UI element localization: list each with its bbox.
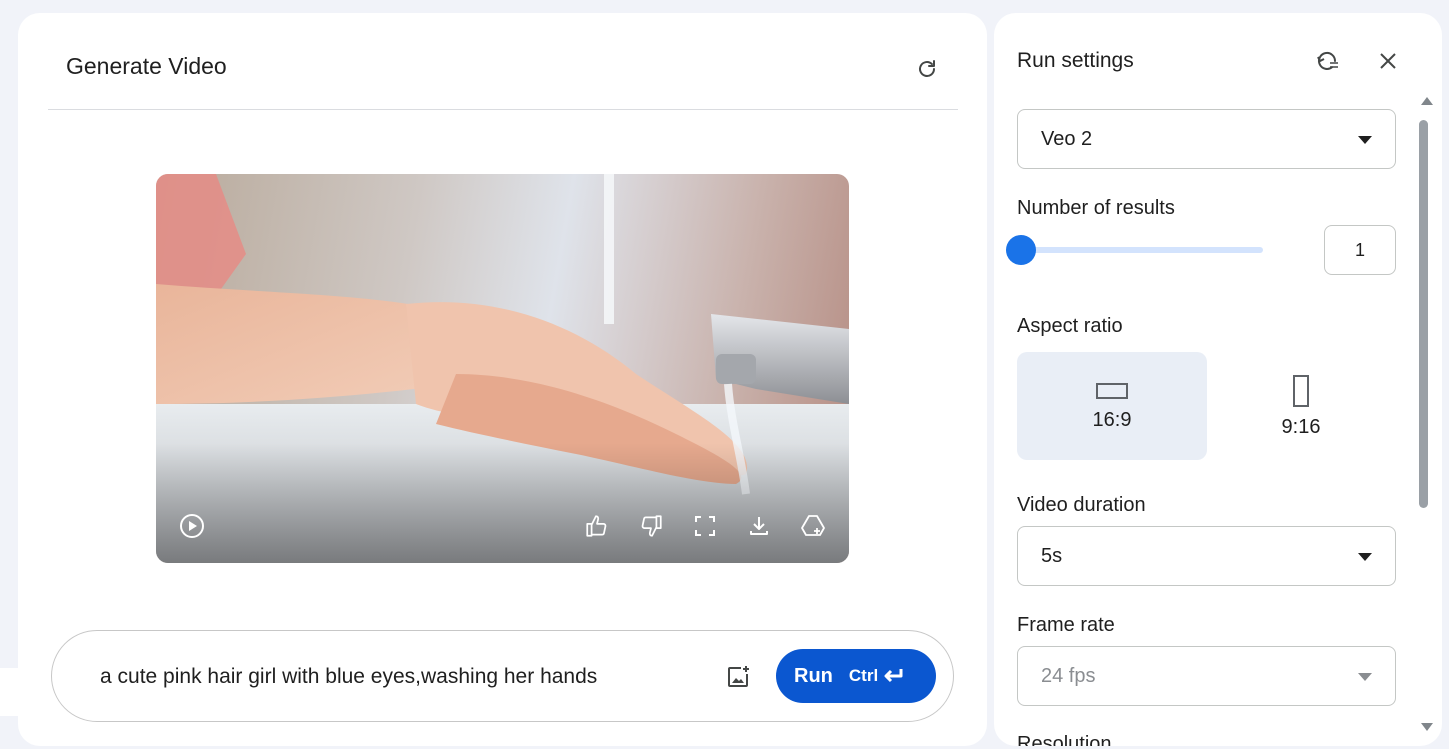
settings-scrollbar-thumb[interactable]	[1419, 120, 1428, 508]
model-value: Veo 2	[1041, 127, 1093, 150]
fullscreen-icon	[695, 516, 715, 536]
run-shortcut-label: Ctrl	[848, 666, 879, 685]
frame-rate-select[interactable]: 24 fps	[1017, 646, 1396, 706]
video-duration-value: 5s	[1041, 544, 1063, 567]
download-icon	[750, 517, 768, 535]
thumbs-up-icon	[586, 515, 607, 537]
close-settings-button[interactable]	[1372, 45, 1404, 77]
model-select[interactable]: Veo 2	[1017, 109, 1396, 169]
aspect-ratio-9-16[interactable]: 9:16	[1206, 352, 1396, 460]
aspect-ratio-label: Aspect ratio	[1017, 315, 1123, 337]
thumbs-down-icon	[641, 515, 662, 537]
thumbs-down-button[interactable]	[635, 510, 667, 542]
thumbs-up-button[interactable]	[581, 510, 613, 542]
prompt-input[interactable]: a cute pink hair girl with blue eyes,was…	[100, 665, 597, 689]
video-duration-label: Video duration	[1017, 494, 1146, 516]
chevron-down-icon	[1358, 136, 1372, 144]
scroll-down-arrow[interactable]	[1421, 723, 1433, 731]
frame-rate-label: Frame rate	[1017, 614, 1115, 636]
enter-key-icon	[884, 669, 903, 683]
play-button[interactable]	[176, 510, 208, 542]
generate-video-panel: Generate Video a cute pink hair girl wit…	[18, 13, 987, 746]
chevron-down-icon	[1358, 553, 1372, 561]
header-divider	[48, 109, 958, 110]
number-of-results-slider-thumb[interactable]	[1006, 235, 1036, 265]
close-icon	[1380, 53, 1396, 69]
download-button[interactable]	[743, 510, 775, 542]
chevron-down-icon	[1358, 673, 1372, 681]
play-icon	[180, 514, 204, 538]
drive-save-icon	[801, 515, 825, 536]
number-of-results-input[interactable]: 1	[1324, 225, 1396, 275]
landscape-icon	[1096, 382, 1128, 399]
video-player[interactable]	[156, 174, 849, 563]
run-settings-panel: Run settings Veo 2 Number of results 1 A…	[994, 13, 1442, 746]
left-edge-strip	[0, 668, 18, 716]
resolution-label: Resolution	[1017, 733, 1112, 746]
fullscreen-button[interactable]	[689, 510, 721, 542]
add-image-icon	[728, 666, 749, 687]
page-title: Generate Video	[66, 53, 227, 79]
refresh-icon	[919, 60, 935, 77]
aspect-ratio-16-9-label: 16:9	[1092, 408, 1132, 431]
refresh-button[interactable]	[911, 53, 943, 85]
settings-title: Run settings	[1017, 49, 1134, 72]
prompt-bar: a cute pink hair girl with blue eyes,was…	[51, 630, 954, 722]
video-controls-shade	[156, 443, 849, 563]
run-label: Run	[794, 664, 833, 687]
portrait-icon	[1293, 374, 1309, 407]
save-to-drive-button[interactable]	[797, 510, 829, 542]
reset-settings-icon	[1317, 52, 1338, 70]
frame-rate-value: 24 fps	[1041, 664, 1096, 687]
number-of-results-track[interactable]	[1021, 247, 1263, 253]
add-image-button[interactable]	[720, 659, 756, 695]
scroll-up-arrow[interactable]	[1421, 97, 1433, 105]
run-shortcut: Ctrl	[849, 666, 905, 686]
aspect-ratio-16-9[interactable]: 16:9	[1017, 352, 1207, 460]
number-of-results-label: Number of results	[1017, 197, 1175, 219]
aspect-ratio-9-16-label: 9:16	[1281, 415, 1321, 438]
run-button[interactable]: Run Ctrl	[776, 649, 936, 703]
reset-settings-button[interactable]	[1312, 45, 1344, 77]
video-duration-select[interactable]: 5s	[1017, 526, 1396, 586]
